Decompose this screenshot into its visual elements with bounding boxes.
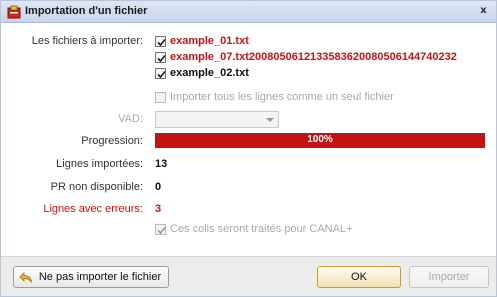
ok-button[interactable]: OK [317,266,401,288]
dont-import-label: Ne pas importer le fichier [38,271,162,283]
progress-bar: 100% [155,133,485,148]
vad-label: VAD: [118,113,143,125]
ok-label: OK [351,271,367,283]
imported-lines-label: Lignes importées: [56,158,143,170]
check-icon [157,226,166,235]
canal-label: Ces colis seront traités pour CANAL+ [170,223,353,235]
check-icon [157,54,166,63]
canal-checkbox[interactable] [155,224,166,235]
file-checkbox-1[interactable] [155,36,166,47]
import-label: Importer [428,271,470,283]
file-name-1: example_01.txt [170,35,249,47]
pr-unavailable-label: PR non disponible: [50,181,143,193]
button-bar: Ne pas importer le fichier OK Importer [1,256,496,296]
import-all-checkbox[interactable] [155,92,166,103]
imported-lines-value: 13 [155,158,168,170]
title-bar[interactable]: Importation d'un fichier x [1,1,496,23]
file-name-2: example_07.txt20080506121335836200805061… [170,51,457,63]
vad-select[interactable] [155,111,279,128]
file-name-3: example_02.txt [170,67,249,79]
pr-unavailable-value: 0 [155,181,162,193]
files-label: Les fichiers à importer: [31,35,143,47]
file-checkbox-3[interactable] [155,68,166,79]
dont-import-button[interactable]: Ne pas importer le fichier [13,266,169,288]
error-lines-value: 3 [155,203,162,215]
error-lines-label: Lignes avec erreurs: [43,203,143,215]
window-title: Importation d'un fichier [25,5,148,17]
close-icon[interactable]: x [477,5,490,18]
app-icon [7,5,21,19]
import-all-label: Importer tous les lignes comme un seul f… [170,91,394,103]
check-icon [157,38,166,47]
file-checkbox-2[interactable] [155,52,166,63]
progress-text: 100% [307,134,333,145]
undo-arrow-icon [19,272,32,283]
import-button[interactable]: Importer [409,266,489,288]
progress-label: Progression: [81,135,143,147]
chevron-down-icon [266,118,274,122]
check-icon [157,70,166,79]
import-dialog: Importation d'un fichier x Les fichiers … [0,0,497,297]
